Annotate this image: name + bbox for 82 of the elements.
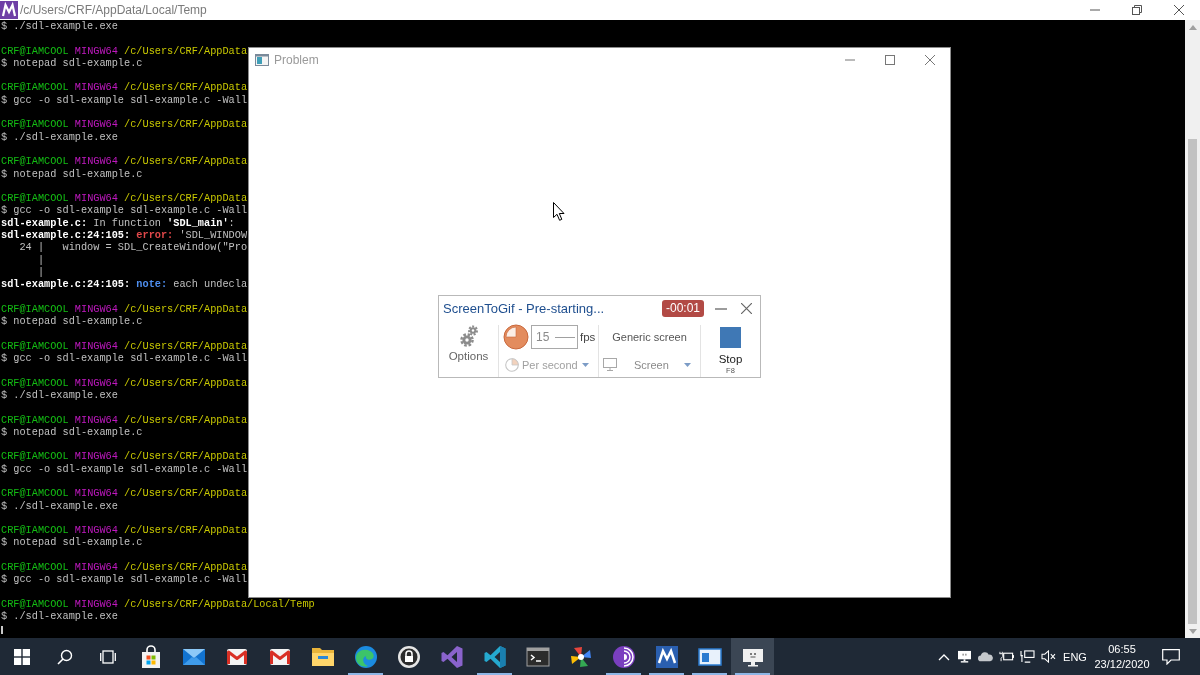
prompt-line: CRF@IAMCOOL MINGW64 /c/Users/CRF/AppData <box>1 450 248 463</box>
cloud-icon[interactable] <box>978 650 993 663</box>
prompt-line: CRF@IAMCOOL MINGW64 /c/Users/CRF/AppData <box>1 155 248 168</box>
text-cursor-icon <box>1 625 3 634</box>
restore-icon[interactable] <box>1132 5 1142 15</box>
clock[interactable]: 06:55 23/12/2020 <box>1091 641 1153 672</box>
pinwheel-icon <box>568 644 593 669</box>
prompt-line: CRF@IAMCOOL MINGW64 /c/Users/CRF/AppData <box>1 376 248 389</box>
close-icon[interactable] <box>1174 5 1184 15</box>
caret-icon <box>582 362 589 367</box>
monitor-icon[interactable] <box>957 650 972 663</box>
command-line: $ gcc -o sdl-example sdl-example.c -Wall <box>1 462 248 475</box>
notification-icon[interactable] <box>1162 648 1180 665</box>
monitor-icon <box>603 358 617 371</box>
prompt-line: CRF@IAMCOOL MINGW64 /c/Users/CRF/AppData <box>1 339 248 352</box>
pie-timer-icon <box>503 324 529 350</box>
search-icon[interactable] <box>56 648 73 665</box>
output-line: | <box>36 253 45 266</box>
command-line: $ ./sdl-example.exe <box>1 499 118 512</box>
prompt-line: CRF@IAMCOOL MINGW64 /c/Users/CRF/AppData <box>1 561 248 574</box>
command-line: $ notepad sdl-example.c <box>1 56 143 70</box>
command-line: $ ./sdl-example.exe <box>1 388 118 402</box>
caret-icon <box>684 362 691 367</box>
scrollbar[interactable] <box>1185 20 1200 638</box>
chevron-up-icon[interactable] <box>937 652 950 661</box>
screen-name: Generic screen <box>612 331 687 343</box>
options-button[interactable]: Options <box>439 321 498 377</box>
swirl-icon <box>353 644 378 669</box>
command-line: $ notepad sdl-example.c <box>1 167 143 180</box>
angle-ribbon-icon <box>482 644 507 669</box>
window-grid-icon[interactable] <box>13 648 30 665</box>
battery-plug-icon[interactable] <box>999 650 1014 663</box>
stacked-panels-icon[interactable] <box>99 648 116 665</box>
recorder-title: ScreenToGif - Pre-starting... <box>443 301 605 316</box>
window-title: /c/Users/CRF/AppData/Local/Temp <box>20 3 207 17</box>
prompt-line: CRF@IAMCOOL MINGW64 /c/Users/CRF/AppData <box>1 487 248 500</box>
command-line: $ ./sdl-example.exe <box>1 610 118 623</box>
prompt-line: CRF@IAMCOOL MINGW64 /c/Users/CRF/AppData/Local/Temp <box>1 597 315 611</box>
prompt-line: CRF@IAMCOOL MINGW64 /c/Users/CRF/AppData <box>1 118 248 131</box>
diagnostic-line: sdl-example.c:24:105: note: each undecla <box>1 278 248 291</box>
prompt-line: CRF@IAMCOOL MINGW64 /c/Users/CRF/AppData <box>1 192 248 205</box>
close-icon[interactable] <box>925 55 935 65</box>
pie-icon <box>505 357 519 372</box>
mouse-pointer-icon <box>553 202 565 221</box>
prompt-line: CRF@IAMCOOL MINGW64 /c/Users/CRF/AppData <box>1 302 248 316</box>
command-line: $ notepad sdl-example.c <box>1 315 143 328</box>
language-indicator[interactable]: ENG <box>1059 650 1091 663</box>
command-line: $ gcc -o sdl-example sdl-example.c -Wall <box>1 93 248 107</box>
command-line: $ gcc -o sdl-example sdl-example.c -Wall <box>1 573 248 586</box>
output-line: sdl-example.c: In function 'SDL_main': <box>1 216 235 230</box>
ribbon-icon <box>439 644 464 669</box>
network-icon[interactable] <box>1020 650 1035 663</box>
fps-field[interactable]: 15 <box>531 325 578 349</box>
command-line: $ ./sdl-example.exe <box>1 20 118 33</box>
window-icon <box>255 54 269 66</box>
window-title: Problem <box>274 53 319 67</box>
screen-dropdown[interactable]: Screen <box>599 357 700 372</box>
prompt-line: CRF@IAMCOOL MINGW64 /c/Users/CRF/AppData <box>1 524 248 537</box>
command-line: $ ./sdl-example.exe <box>1 130 118 143</box>
padlock-icon <box>396 644 421 669</box>
onion-icon <box>611 644 636 669</box>
output-line: | <box>36 265 45 279</box>
command-line: $ gcc -o sdl-example sdl-example.c -Wall <box>1 204 248 217</box>
timer-badge: -00:01 <box>661 300 704 317</box>
terminal-icon <box>525 644 550 669</box>
gears-icon <box>459 325 478 347</box>
diagnostic-line: sdl-example.c:24:105: error: 'SDL_WINDOW <box>1 229 248 242</box>
fps-label: fps <box>580 331 596 343</box>
maximize-icon[interactable] <box>885 55 895 65</box>
speaker-muted-icon[interactable] <box>1041 650 1056 663</box>
output-line: 24 | window = SDL_CreateWindow("Pro <box>18 241 248 254</box>
prompt-line: CRF@IAMCOOL MINGW64 /c/Users/CRF/AppData <box>1 413 248 426</box>
command-line: $ notepad sdl-example.c <box>1 425 143 439</box>
prompt-line: CRF@IAMCOOL MINGW64 /c/Users/CRF/AppData <box>1 81 248 94</box>
command-line: $ notepad sdl-example.c <box>1 536 143 549</box>
m-logo-icon <box>654 644 679 669</box>
command-line: $ gcc -o sdl-example sdl-example.c -Wall <box>1 352 248 365</box>
taskbar-button[interactable] <box>731 638 774 675</box>
close-icon[interactable] <box>741 303 752 314</box>
scrollbar-thumb[interactable] <box>1188 139 1197 624</box>
prompt-line: CRF@IAMCOOL MINGW64 /c/Users/CRF/AppData <box>1 44 248 57</box>
stop-square-icon <box>720 327 741 348</box>
